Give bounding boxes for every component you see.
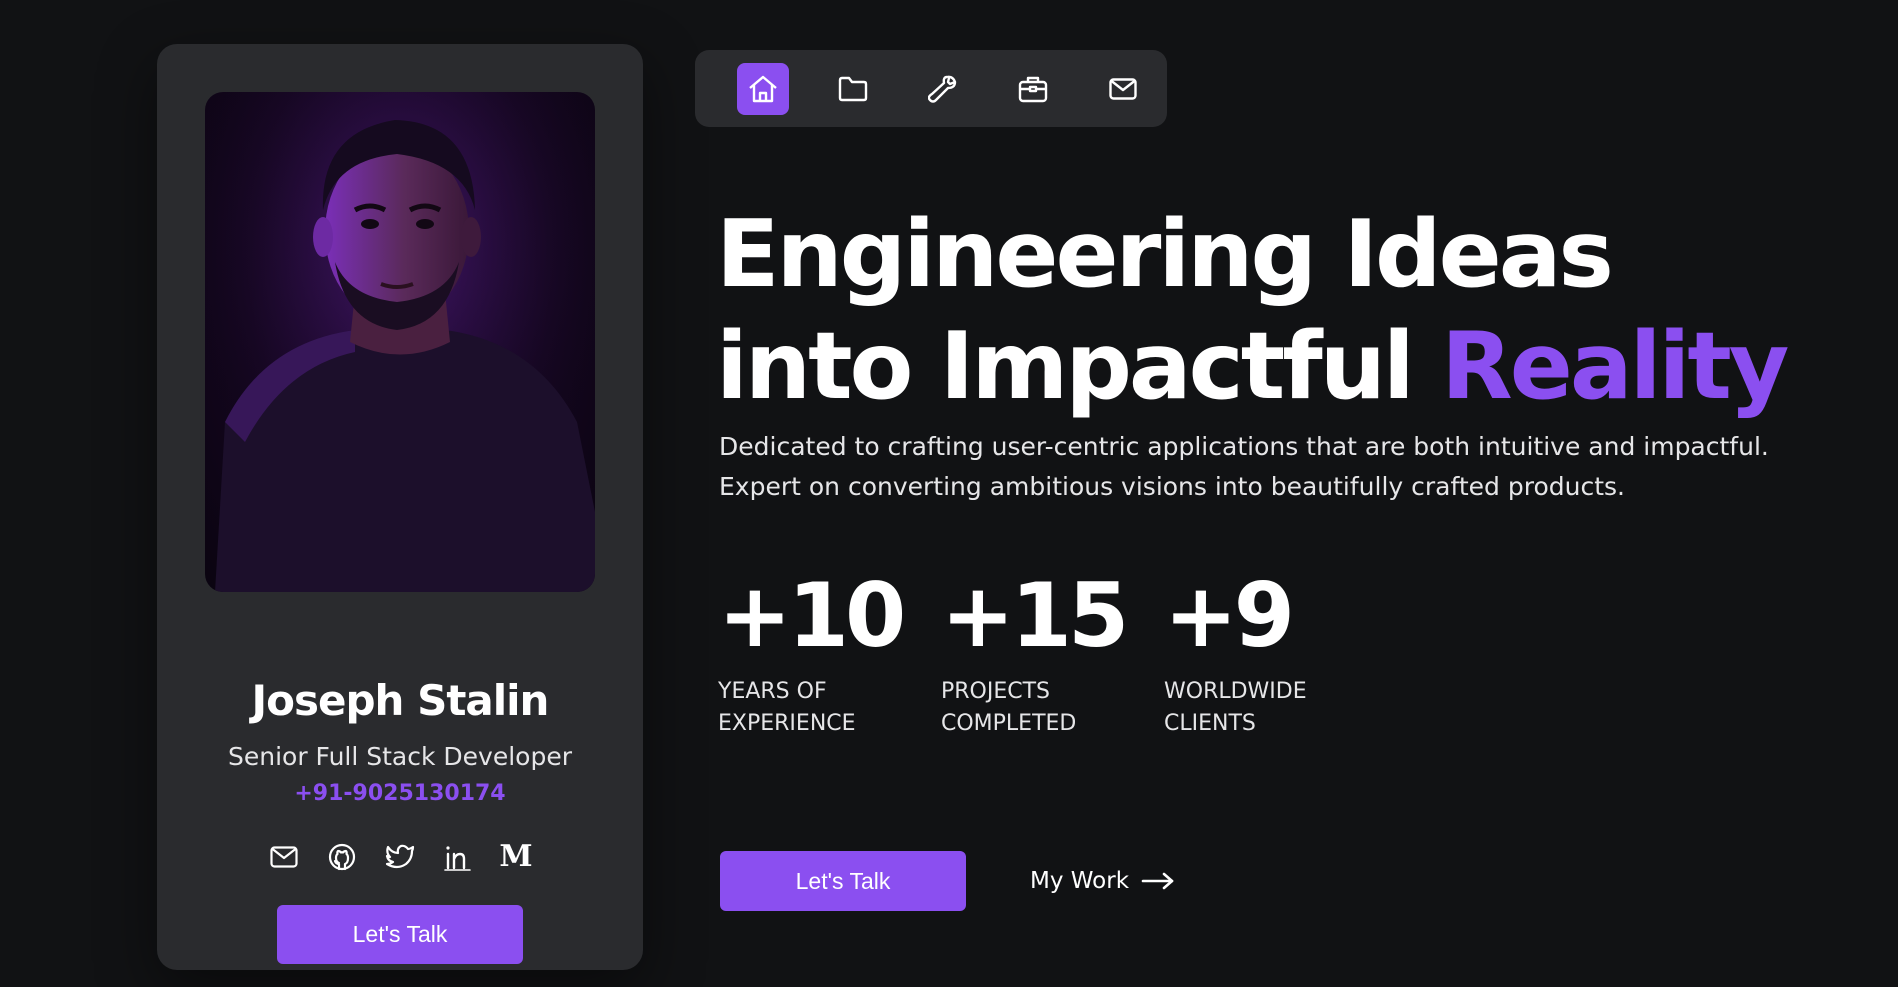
- stat-label: WORLDWIDE CLIENTS: [1164, 679, 1307, 736]
- top-nav: [695, 50, 1167, 127]
- profile-card: Joseph Stalin Senior Full Stack Develope…: [157, 44, 643, 970]
- hero-tagline: Dedicated to crafting user-centric appli…: [719, 427, 1839, 507]
- stats-row: +10 YEARS OF EXPERIENCE +15 PROJECTS COM…: [718, 568, 1387, 740]
- arrow-right-icon: [1141, 872, 1174, 890]
- home-icon: [749, 75, 777, 102]
- hero-headline: Engineering Ideas into Impactful Reality: [716, 198, 1866, 422]
- tagline-line-1: Dedicated to crafting user-centric appli…: [719, 432, 1769, 461]
- stat-years: +10 YEARS OF EXPERIENCE: [718, 568, 941, 740]
- stat-value: +10: [718, 564, 906, 667]
- my-work-link[interactable]: My Work: [1030, 861, 1175, 901]
- nav-home[interactable]: [737, 62, 789, 115]
- medium-icon[interactable]: M: [499, 841, 532, 873]
- mail-icon: [1109, 77, 1137, 100]
- profile-phone[interactable]: +91-9025130174: [157, 781, 643, 806]
- mail-icon[interactable]: [268, 841, 300, 873]
- linkedin-icon[interactable]: [442, 841, 474, 873]
- card-lets-talk-button[interactable]: Let's Talk: [277, 905, 523, 964]
- github-icon[interactable]: [326, 841, 358, 873]
- social-links: M: [157, 841, 643, 873]
- stat-value: +15: [941, 564, 1129, 667]
- stat-clients: +9 WORLDWIDE CLIENTS: [1164, 568, 1387, 740]
- my-work-label: My Work: [1030, 868, 1130, 894]
- headline-line-2: into Impactful: [716, 312, 1442, 420]
- stat-projects: +15 PROJECTS COMPLETED: [941, 568, 1164, 740]
- headline-accent-word: Reality: [1441, 312, 1789, 420]
- profile-role: Senior Full Stack Developer: [228, 742, 572, 771]
- folder-icon: [838, 76, 868, 101]
- twitter-icon[interactable]: [384, 841, 416, 873]
- nav-contact[interactable]: [1097, 63, 1149, 115]
- hero-lets-talk-button[interactable]: Let's Talk: [720, 851, 966, 911]
- stat-label: PROJECTS COMPLETED: [941, 679, 1077, 736]
- profile-name: Joseph Stalin: [251, 676, 550, 725]
- headline-line-1: Engineering Ideas: [716, 200, 1614, 308]
- nav-skills[interactable]: [917, 63, 969, 115]
- wrench-icon: [928, 75, 957, 103]
- nav-experience[interactable]: [1007, 63, 1059, 115]
- tagline-line-2: Expert on converting ambitious visions i…: [719, 472, 1625, 501]
- stat-value: +9: [1164, 564, 1295, 667]
- stat-label: YEARS OF EXPERIENCE: [718, 679, 856, 736]
- profile-photo: [205, 92, 595, 592]
- briefcase-icon: [1018, 76, 1048, 102]
- nav-projects[interactable]: [827, 63, 879, 115]
